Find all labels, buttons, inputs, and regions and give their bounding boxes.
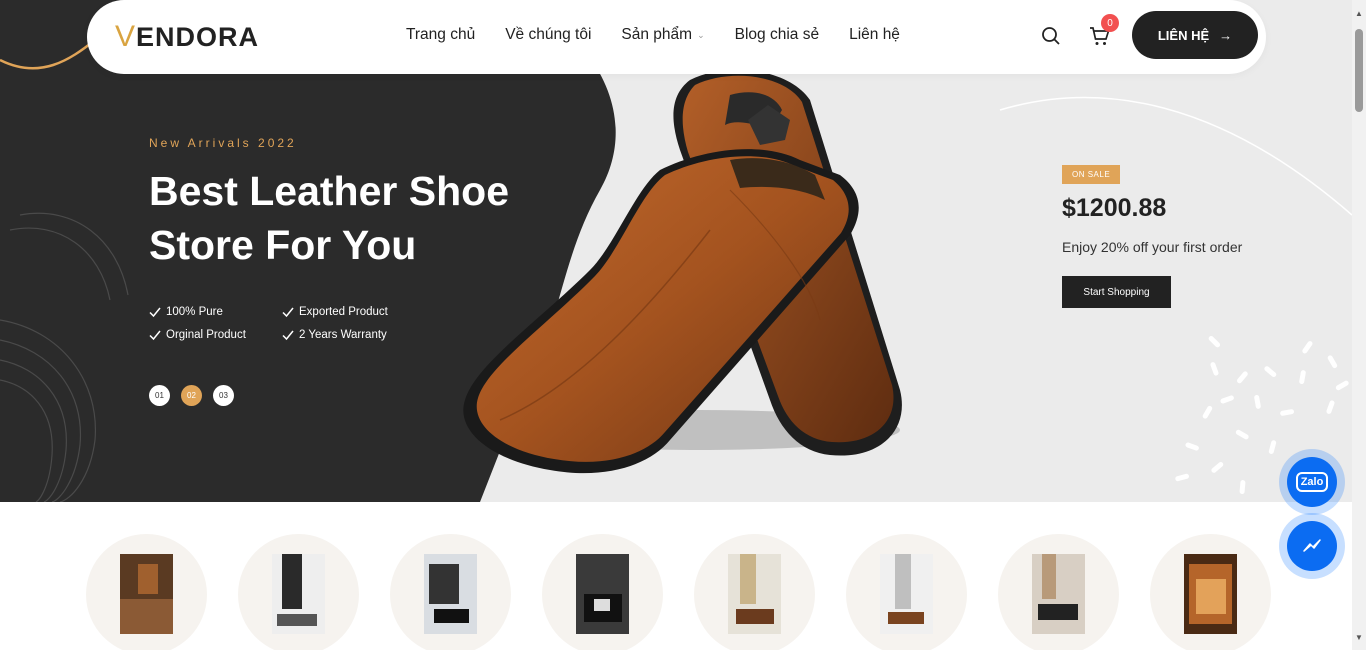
category-thumbnail [424,554,477,634]
category-item[interactable] [86,534,207,650]
contact-button[interactable]: LIÊN HỆ → [1132,11,1258,59]
slider-pagination: 01 02 03 [149,385,234,406]
zalo-label: Zalo [1295,472,1329,492]
navbar: V ENDORA Trang chủ Về chúng tôi Sản phẩm… [87,0,1266,74]
category-row [86,534,1271,650]
page: New Arrivals 2022 Best Leather Shoe Stor… [0,0,1366,650]
feature-item: 2 Years Warranty [282,327,415,342]
category-thumbnail [880,554,933,634]
category-thumbnail [1184,554,1237,634]
hero-eyebrow: New Arrivals 2022 [149,136,297,150]
arrow-right-icon: → [1219,27,1233,43]
feature-list: 100% Pure Exported Product Orginal Produ… [149,304,409,342]
feature-label: Exported Product [299,305,388,318]
nav-item-about[interactable]: Về chúng tôi [505,26,591,44]
category-item[interactable] [846,534,967,650]
feature-label: 2 Years Warranty [299,328,387,341]
chevron-down-icon: ⌄ [697,29,705,40]
scroll-thumb[interactable] [1355,29,1363,112]
check-icon [282,330,294,340]
hero-shoe-image [430,60,1030,480]
category-thumbnail [272,554,325,634]
logo-v: V [115,20,137,53]
messenger-icon [1287,521,1337,571]
category-item[interactable] [542,534,663,650]
category-item[interactable] [998,534,1119,650]
on-sale-badge: ON SALE [1062,165,1121,184]
slide-dot-03[interactable]: 03 [213,385,234,406]
feature-label: Orginal Product [166,328,246,341]
slide-dot-02[interactable]: 02 [181,385,202,406]
check-icon [149,307,161,317]
start-shopping-button[interactable]: Start Shopping [1062,276,1171,308]
messenger-chat-button[interactable] [1279,513,1345,579]
category-item[interactable] [390,534,511,650]
scroll-up-arrow-icon[interactable]: ▲ [1355,9,1363,18]
nav-item-contact[interactable]: Liên hệ [849,26,900,44]
check-icon [149,330,161,340]
feature-item: 100% Pure [149,304,282,319]
category-thumbnail [728,554,781,634]
search-icon[interactable] [1041,26,1061,46]
hero-banner: New Arrivals 2022 Best Leather Shoe Stor… [0,0,1352,502]
category-item[interactable] [238,534,359,650]
offer-text: Enjoy 20% off your first order [1062,239,1243,255]
site-logo[interactable]: V ENDORA [115,20,259,54]
zalo-chat-button[interactable]: Zalo [1279,449,1345,515]
nav-item-blog[interactable]: Blog chia sẻ [735,26,819,44]
nav-item-products[interactable]: Sản phẩm ⌄ [621,26,704,44]
category-thumbnail [1032,554,1085,634]
category-thumbnail [576,554,629,634]
scroll-down-arrow-icon[interactable]: ▼ [1355,633,1363,642]
logo-text: ENDORA [136,21,260,52]
cart-count-badge: 0 [1101,14,1119,32]
main-nav: Trang chủ Về chúng tôi Sản phẩm ⌄ Blog c… [406,26,900,44]
contact-button-label: LIÊN HỆ [1157,27,1210,43]
feature-label: 100% Pure [166,305,223,318]
category-item[interactable] [1150,534,1271,650]
nav-item-products-label: Sản phẩm [621,26,693,43]
page-scrollbar[interactable]: ▲ ▼ [1352,0,1366,650]
check-icon [282,307,294,317]
zalo-icon: Zalo [1287,457,1337,507]
feature-item: Orginal Product [149,327,282,342]
category-item[interactable] [694,534,815,650]
feature-item: Exported Product [282,304,415,319]
nav-item-home[interactable]: Trang chủ [406,26,475,44]
product-price: $1200.88 [1062,194,1167,222]
category-thumbnail [120,554,173,634]
slide-dot-01[interactable]: 01 [149,385,170,406]
